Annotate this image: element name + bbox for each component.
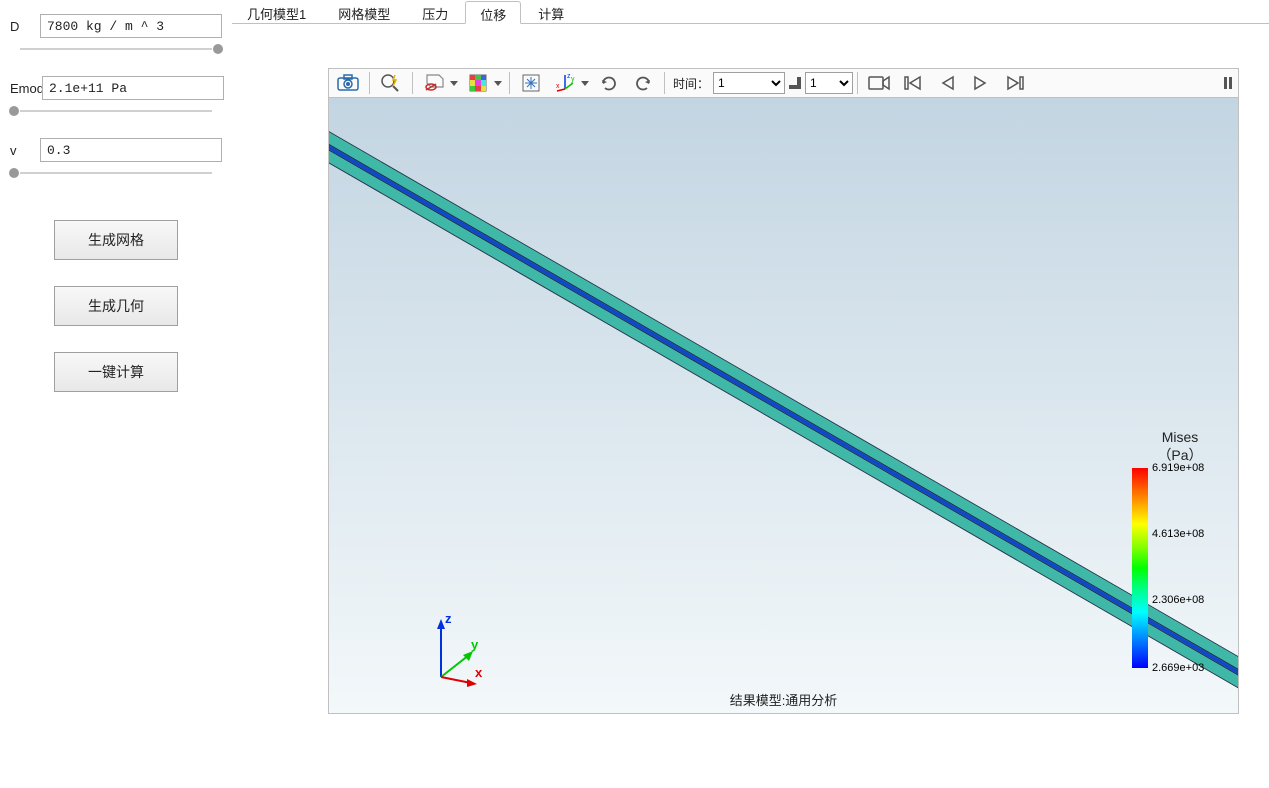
viewport-title: 结果模型:通用分析 [329, 690, 1238, 709]
tab-content: zyx 时间： 1 1 [232, 24, 1269, 788]
param-D-slider[interactable] [10, 42, 222, 56]
legend-tick-3: 2.669e+03 [1152, 662, 1204, 674]
svg-text:x: x [475, 665, 483, 680]
render-style-dropdown[interactable] [491, 70, 505, 96]
render-style-icon[interactable] [461, 70, 495, 96]
3d-viewport[interactable]: z y x 结果模型:通用分析 Mises （Pa） [328, 98, 1239, 714]
step-back-icon[interactable] [930, 70, 964, 96]
rotate-cw-icon[interactable] [592, 70, 626, 96]
selection-mode-dropdown[interactable] [447, 70, 461, 96]
legend-colorbar [1132, 468, 1148, 668]
svg-text:y: y [571, 76, 575, 83]
fit-view-icon[interactable] [514, 70, 548, 96]
toolbar-overflow-icon[interactable] [1220, 70, 1236, 96]
param-Emod-slider[interactable] [10, 104, 222, 118]
legend-tick-1: 4.613e+08 [1152, 528, 1204, 540]
axes-orientation-dropdown[interactable] [578, 70, 592, 96]
time-step-icon[interactable] [785, 70, 805, 96]
record-icon[interactable] [862, 70, 896, 96]
tab-bar: 几何模型1 网格模型 压力 位移 计算 [232, 0, 1269, 24]
frame-select[interactable]: 1 [805, 72, 853, 94]
tab-calculate[interactable]: 计算 [523, 0, 579, 23]
generate-geometry-button[interactable]: 生成几何 [54, 286, 178, 326]
legend-title-1: Mises [1130, 428, 1230, 446]
param-Emod-input[interactable] [42, 76, 224, 100]
param-D-label: D [10, 19, 40, 34]
param-D-input[interactable] [40, 14, 222, 38]
rotate-ccw-icon[interactable] [626, 70, 660, 96]
play-icon[interactable] [964, 70, 998, 96]
axes-orientation-icon[interactable]: zyx [548, 70, 582, 96]
param-v-label: v [10, 143, 40, 158]
time-label: 时间： [673, 75, 709, 92]
viewport-toolbar: zyx 时间： 1 1 [328, 68, 1239, 98]
axes-gizmo: z y x [419, 607, 499, 687]
tab-displacement[interactable]: 位移 [465, 1, 521, 24]
param-v-slider[interactable] [10, 166, 222, 180]
svg-text:z: z [445, 611, 452, 626]
skip-to-start-icon[interactable] [896, 70, 930, 96]
param-v-input[interactable] [40, 138, 222, 162]
legend-tick-0: 6.919e+08 [1152, 462, 1204, 474]
legend-tick-2: 2.306e+08 [1152, 594, 1204, 606]
svg-text:x: x [556, 83, 560, 90]
time-select[interactable]: 1 [713, 72, 785, 94]
main-area: 几何模型1 网格模型 压力 位移 计算 [232, 0, 1269, 788]
selection-mode-icon[interactable] [417, 70, 451, 96]
param-Emod-label: Emod [10, 81, 42, 96]
svg-text:y: y [471, 637, 479, 652]
one-click-calc-button[interactable]: 一键计算 [54, 352, 178, 392]
tab-geometry[interactable]: 几何模型1 [232, 0, 321, 23]
tab-pressure[interactable]: 压力 [407, 0, 463, 23]
sidebar: D Emod v 生成网格 生成几何 一键计算 [0, 0, 232, 788]
tab-mesh[interactable]: 网格模型 [323, 0, 405, 23]
color-legend: Mises （Pa） 6.919e+08 4.613e+08 2.306e+08… [1130, 428, 1230, 668]
camera-icon[interactable] [331, 70, 365, 96]
step-forward-icon[interactable] [998, 70, 1032, 96]
search-lightning-icon[interactable] [374, 70, 408, 96]
generate-mesh-button[interactable]: 生成网格 [54, 220, 178, 260]
